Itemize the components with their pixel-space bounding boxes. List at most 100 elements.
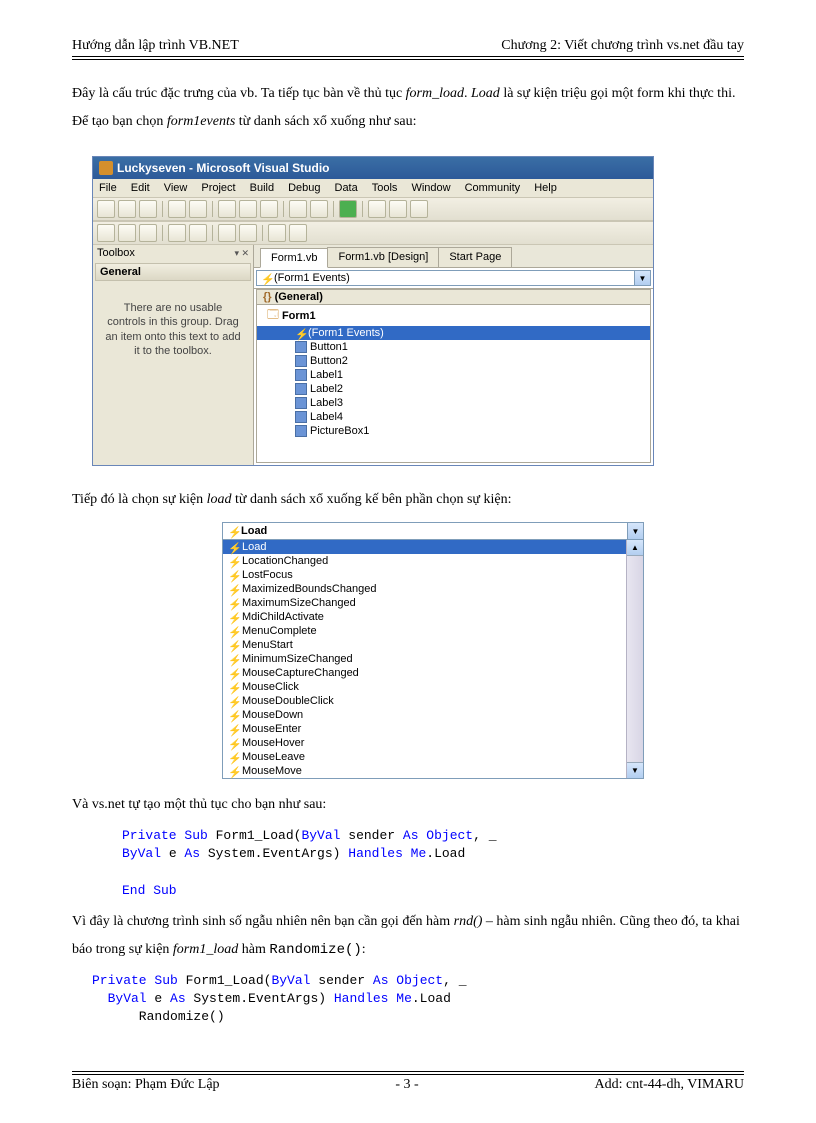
control-icon [295, 425, 307, 437]
para-3: Và vs.net tự tạo một thủ tục cho bạn như… [72, 791, 744, 819]
menu-build[interactable]: Build [250, 182, 274, 194]
dropdown-button-icon[interactable]: ▼ [634, 271, 650, 285]
tb-indent-icon[interactable] [168, 224, 186, 242]
bolt-icon: ⚡ [228, 584, 238, 594]
tree-label1[interactable]: Label1 [257, 368, 650, 382]
para-2: Tiếp đó là chọn sự kiện load từ danh sác… [72, 486, 744, 514]
tree-label3[interactable]: Label3 [257, 396, 650, 410]
event-item-load[interactable]: ⚡Load [223, 540, 626, 554]
bolt-icon: ⚡ [228, 556, 238, 566]
tree-label4[interactable]: Label4 [257, 410, 650, 424]
tb-cut-icon[interactable] [218, 200, 236, 218]
tree-button2[interactable]: Button2 [257, 354, 650, 368]
toolbox-pane: Toolbox ▾ ✕ General There are no usable … [93, 245, 254, 465]
tb-paste-icon[interactable] [260, 200, 278, 218]
event-item[interactable]: ⚡MouseDown [223, 708, 626, 722]
class-combo[interactable]: ⚡ (Form1 Events) ▼ [256, 270, 651, 286]
toolbox-title-bar: Toolbox ▾ ✕ [93, 245, 253, 261]
tab-form1vb[interactable]: Form1.vb [260, 248, 328, 268]
scrollbar[interactable]: ▲ ▼ [626, 540, 643, 778]
menu-community[interactable]: Community [465, 182, 521, 194]
bolt-icon: ⚡ [228, 654, 238, 664]
menu-tools[interactable]: Tools [372, 182, 398, 194]
event-item[interactable]: ⚡MouseHover [223, 736, 626, 750]
menu-window[interactable]: Window [411, 182, 450, 194]
tb-sep-icon [212, 201, 213, 217]
menu-debug[interactable]: Debug [288, 182, 320, 194]
tb-text-icon[interactable] [139, 224, 157, 242]
tb-open-icon[interactable] [118, 200, 136, 218]
event-item[interactable]: ⚡MenuComplete [223, 624, 626, 638]
tb-outdent-icon[interactable] [189, 224, 207, 242]
vs-logo-icon [99, 161, 113, 175]
tb-new-icon[interactable] [97, 200, 115, 218]
tab-start-page[interactable]: Start Page [438, 247, 512, 267]
tb-uncomment-icon[interactable] [239, 224, 257, 242]
tree-general[interactable]: {} (General) [257, 290, 650, 305]
menu-file[interactable]: File [99, 182, 117, 194]
tree-button1[interactable]: Button1 [257, 340, 650, 354]
event-item[interactable]: ⚡MinimumSizeChanged [223, 652, 626, 666]
tree-label2[interactable]: Label2 [257, 382, 650, 396]
tb-misc-icon[interactable] [368, 200, 386, 218]
tb-comment-icon[interactable] [218, 224, 236, 242]
vs-titlebar[interactable]: Luckyseven - Microsoft Visual Studio [93, 157, 653, 179]
event-item[interactable]: ⚡LostFocus [223, 568, 626, 582]
tb-text-icon[interactable] [97, 224, 115, 242]
tb-bookmark-icon[interactable] [268, 224, 286, 242]
tb-sep-icon [162, 225, 163, 241]
event-item[interactable]: ⚡MouseCaptureChanged [223, 666, 626, 680]
tb-sep-icon [362, 201, 363, 217]
event-list: ⚡Load ⚡LocationChanged ⚡LostFocus ⚡Maxim… [223, 540, 626, 778]
tree-form1-events[interactable]: ⚡ (Form1 Events) [257, 326, 650, 340]
toolbox-general-header[interactable]: General [95, 263, 251, 281]
tb-undo-icon[interactable] [289, 200, 307, 218]
bolt-icon: ⚡ [228, 626, 238, 636]
toolbox-title: Toolbox [97, 247, 135, 259]
scroll-down-icon[interactable]: ▼ [627, 762, 643, 778]
dropdown-button-icon[interactable]: ▼ [627, 523, 643, 539]
tb-save-icon[interactable] [168, 200, 186, 218]
tb-bookmark-nav-icon[interactable] [289, 224, 307, 242]
form-icon: 🗔 [267, 306, 279, 325]
menu-help[interactable]: Help [534, 182, 557, 194]
code-block-2: Private Sub Form1_Load(ByVal sender As O… [92, 972, 744, 1027]
event-combo[interactable]: ⚡ Load ▼ [223, 523, 643, 540]
event-item[interactable]: ⚡MouseLeave [223, 750, 626, 764]
event-item[interactable]: ⚡MouseClick [223, 680, 626, 694]
tb-text-icon[interactable] [118, 224, 136, 242]
tb-redo-icon[interactable] [310, 200, 328, 218]
code-block-1: Private Sub Form1_Load(ByVal sender As O… [122, 827, 744, 900]
vs-menubar: File Edit View Project Build Debug Data … [93, 179, 653, 197]
event-item[interactable]: ⚡MouseEnter [223, 722, 626, 736]
control-icon [295, 411, 307, 423]
tb-add-icon[interactable] [139, 200, 157, 218]
tb-misc-icon[interactable] [389, 200, 407, 218]
header-right: Chương 2: Viết chương trình vs.net đầu t… [501, 38, 744, 54]
event-item[interactable]: ⚡MouseMove [223, 764, 626, 778]
bolt-icon: ⚡ [261, 273, 271, 283]
pane-controls-icon[interactable]: ▾ ✕ [234, 248, 249, 259]
menu-data[interactable]: Data [335, 182, 358, 194]
event-item[interactable]: ⚡MdiChildActivate [223, 610, 626, 624]
tb-copy-icon[interactable] [239, 200, 257, 218]
tb-misc-icon[interactable] [410, 200, 428, 218]
event-item[interactable]: ⚡LocationChanged [223, 554, 626, 568]
bolt-icon: ⚡ [228, 612, 238, 622]
tab-form1-design[interactable]: Form1.vb [Design] [327, 247, 439, 267]
scroll-up-icon[interactable]: ▲ [627, 540, 643, 556]
control-icon [295, 341, 307, 353]
event-item[interactable]: ⚡MaximumSizeChanged [223, 596, 626, 610]
tree-picturebox1[interactable]: PictureBox1 [257, 424, 650, 438]
tb-saveall-icon[interactable] [189, 200, 207, 218]
event-item[interactable]: ⚡MouseDoubleClick [223, 694, 626, 708]
event-item[interactable]: ⚡MaximizedBoundsChanged [223, 582, 626, 596]
event-item[interactable]: ⚡MenuStart [223, 638, 626, 652]
menu-view[interactable]: View [164, 182, 188, 194]
menu-project[interactable]: Project [201, 182, 235, 194]
event-dropdown: ⚡ Load ▼ ⚡Load ⚡LocationChanged ⚡LostFoc… [222, 522, 644, 779]
tb-sep-icon [333, 201, 334, 217]
tb-start-icon[interactable] [339, 200, 357, 218]
tree-form1[interactable]: 🗔 Form1 [257, 305, 650, 326]
menu-edit[interactable]: Edit [131, 182, 150, 194]
